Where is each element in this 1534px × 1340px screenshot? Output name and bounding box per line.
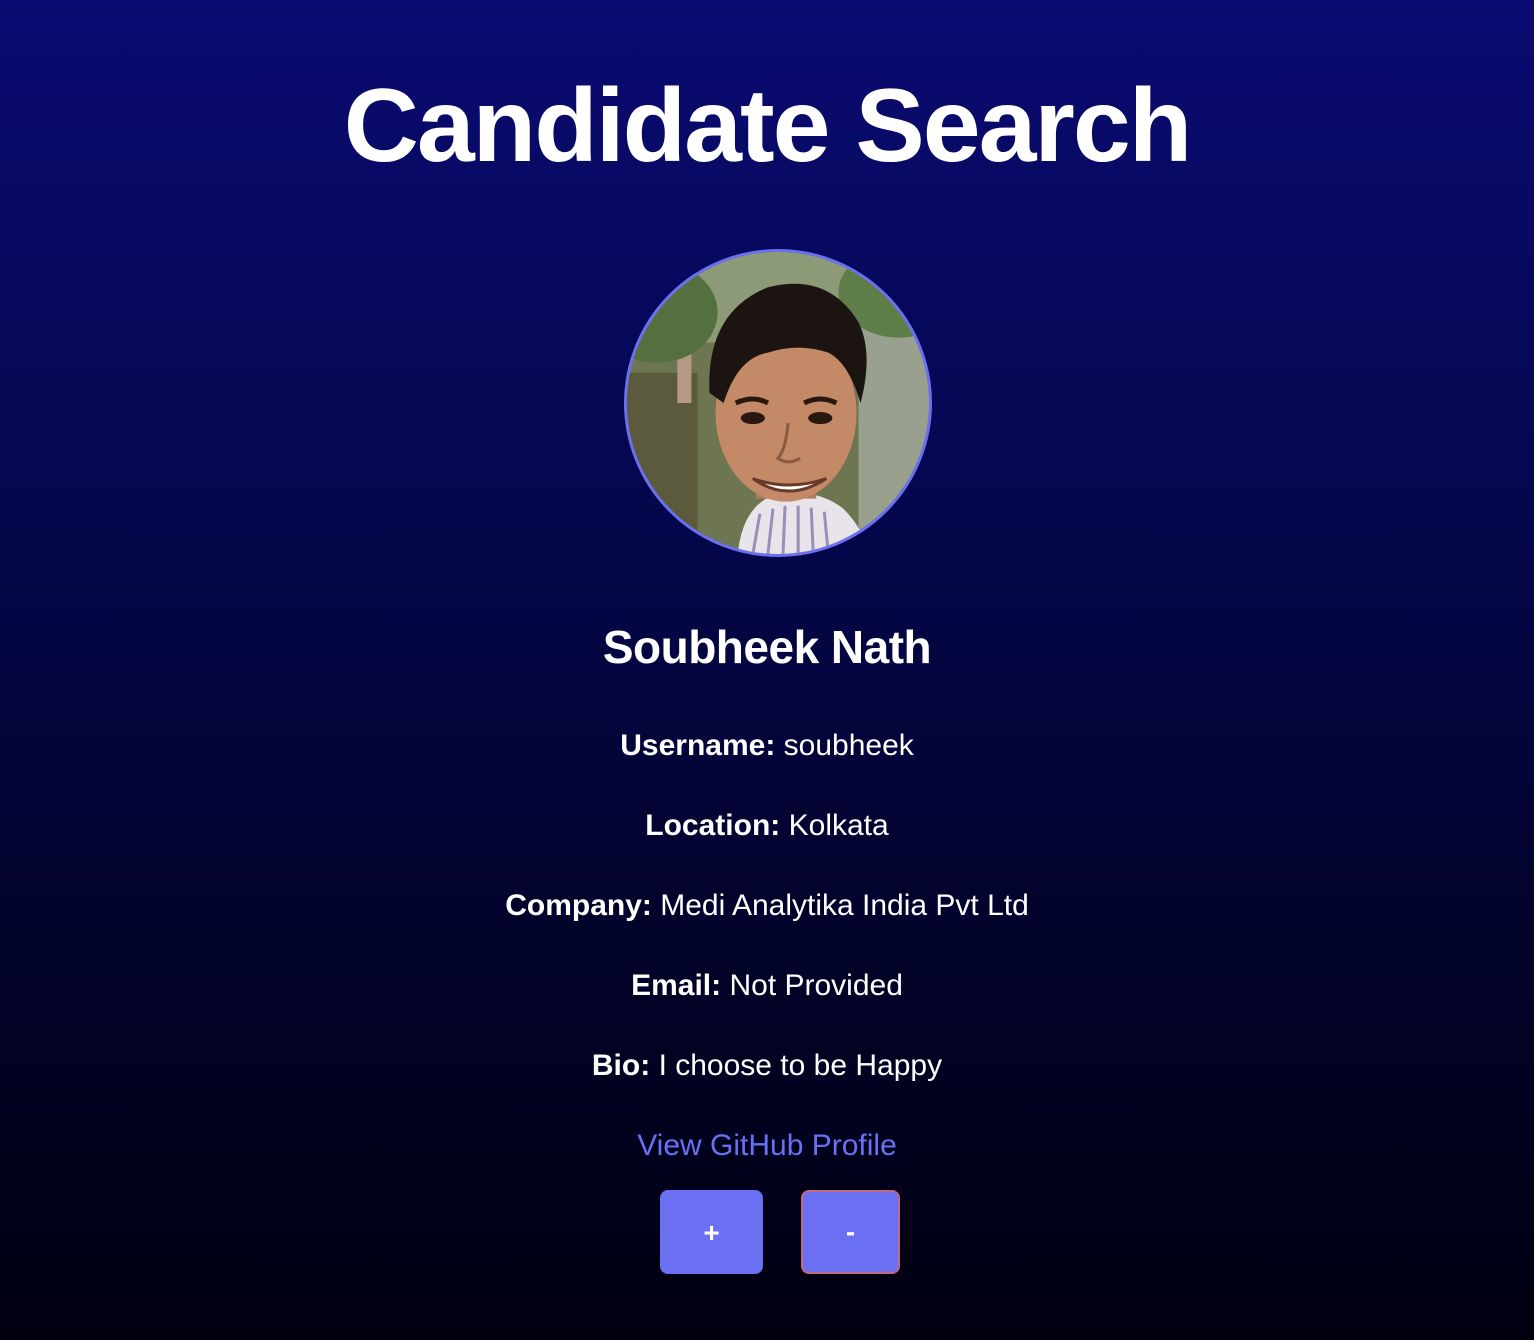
add-candidate-button[interactable]: + <box>660 1190 763 1274</box>
email-label: Email: <box>631 969 722 1002</box>
candidate-avatar <box>624 249 932 557</box>
bio-row: Bio: I choose to be Happy <box>0 1046 1534 1086</box>
company-row: Company: Medi Analytika India Pvt Ltd <box>0 886 1534 926</box>
bio-value: I choose to be Happy <box>658 1049 943 1082</box>
page-title: Candidate Search <box>343 68 1193 184</box>
github-profile-link[interactable]: View GitHub Profile <box>0 1126 1534 1166</box>
company-value: Medi Analytika India Pvt Ltd <box>660 889 1029 922</box>
location-row: Location: Kolkata <box>0 806 1534 846</box>
candidate-name: Soubheek Nath <box>602 621 932 673</box>
location-label: Location: <box>645 809 781 842</box>
username-value: soubheek <box>783 729 914 762</box>
bio-label: Bio: <box>591 1049 651 1082</box>
company-label: Company: <box>505 889 652 922</box>
email-row: Email: Not Provided <box>0 966 1534 1006</box>
location-value: Kolkata <box>788 809 889 842</box>
username-row: Username: soubheek <box>0 726 1534 766</box>
avatar-image <box>627 252 929 554</box>
username-label: Username: <box>620 729 776 762</box>
email-value: Not Provided <box>729 969 903 1002</box>
reject-candidate-button[interactable]: - <box>801 1190 900 1274</box>
